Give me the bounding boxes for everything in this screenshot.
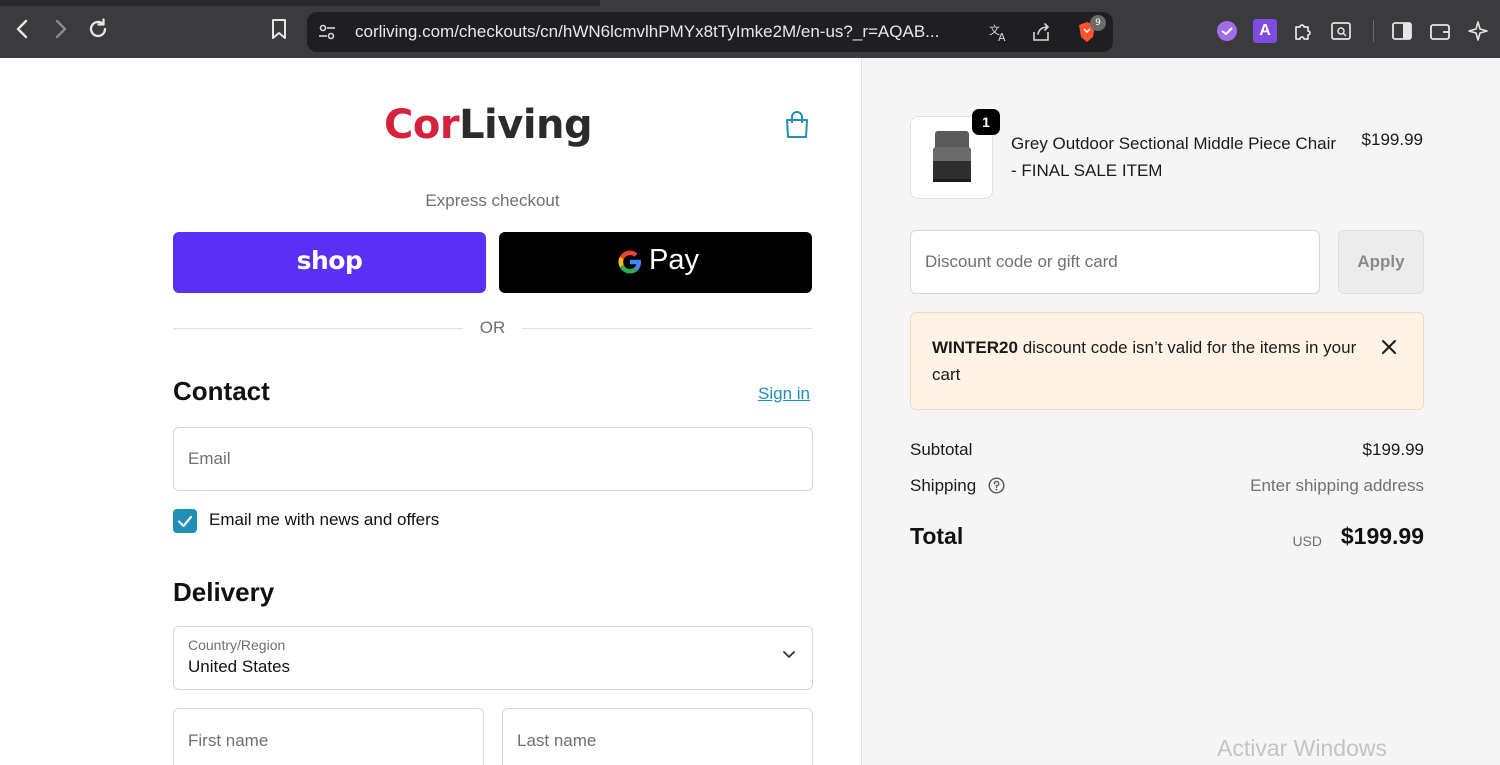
quantity-badge: 1 <box>972 109 1000 135</box>
logo-part-living: Living <box>459 102 593 148</box>
google-pay-label: Pay <box>649 244 699 276</box>
or-divider-label: OR <box>479 318 506 337</box>
total-label: Total <box>910 523 964 549</box>
reader-icon[interactable] <box>1329 19 1353 43</box>
first-name-placeholder: First name <box>188 731 269 750</box>
order-summary-panel: 1 Grey Outdoor Sectional Middle Piece Ch… <box>862 58 1500 765</box>
extension-a-icon[interactable]: A <box>1253 19 1277 43</box>
total-value: $199.99 <box>1340 523 1424 549</box>
discount-placeholder: Discount code or gift card <box>925 252 1118 271</box>
express-checkout-label: Express checkout <box>425 191 560 210</box>
discount-code-input[interactable]: Discount code or gift card <box>910 230 1320 294</box>
bookmark-icon[interactable] <box>266 16 292 42</box>
help-icon[interactable] <box>988 477 1005 494</box>
delivery-heading: Delivery <box>173 577 275 607</box>
sidebar-icon[interactable] <box>1390 19 1414 43</box>
tab-strip <box>0 0 1500 6</box>
shipping-label: Shipping <box>910 476 977 495</box>
or-divider-left <box>173 328 463 329</box>
subtotal-value: $199.99 <box>1362 440 1424 459</box>
discount-error-text: WINTER20 discount code isn’t valid for t… <box>932 334 1362 388</box>
apply-discount-button[interactable]: Apply <box>1338 230 1424 294</box>
toolbar-separator <box>1373 20 1374 42</box>
browser-toolbar: corliving.com/checkouts/cn/hWN6lcmvlhPMY… <box>0 0 1500 58</box>
translate-icon[interactable]: 文A <box>987 20 1011 44</box>
url-text[interactable]: corliving.com/checkouts/cn/hWN6lcmvlhPMY… <box>355 22 995 42</box>
newsletter-label[interactable]: Email me with news and offers <box>209 510 439 530</box>
logo-part-cor: Cor <box>384 102 460 148</box>
email-field[interactable]: Email <box>173 427 813 491</box>
checkmark-icon <box>177 515 193 528</box>
address-bar[interactable]: corliving.com/checkouts/cn/hWN6lcmvlhPMY… <box>307 12 1113 52</box>
sign-in-link[interactable]: Sign in <box>758 384 810 404</box>
leo-ai-icon[interactable] <box>1466 19 1490 43</box>
shopping-bag-icon[interactable] <box>784 110 810 140</box>
email-placeholder: Email <box>188 449 231 468</box>
shield-count-badge: 9 <box>1090 15 1106 31</box>
checkout-form-panel: CorLiving Express checkout shop Pay OR C… <box>0 58 861 765</box>
google-pay-button[interactable]: Pay <box>499 232 812 293</box>
or-divider-right <box>522 328 812 329</box>
discount-code: WINTER20 <box>932 338 1018 357</box>
google-g-icon <box>617 248 643 276</box>
extension-purple-icon[interactable] <box>1215 19 1239 43</box>
country-value: United States <box>188 657 291 676</box>
shop-pay-button[interactable]: shop <box>173 232 486 293</box>
shipping-value: Enter shipping address <box>1250 476 1424 495</box>
product-price: $199.99 <box>1361 130 1423 149</box>
wallet-icon[interactable] <box>1428 19 1452 43</box>
extensions-puzzle-icon[interactable] <box>1291 19 1315 43</box>
contact-heading: Contact <box>173 376 270 406</box>
product-name: Grey Outdoor Sectional Middle Piece Chai… <box>1011 134 1337 180</box>
svg-text:A: A <box>998 31 1006 44</box>
reload-icon[interactable] <box>85 16 111 42</box>
share-icon[interactable] <box>1029 20 1053 44</box>
chevron-down-icon <box>783 651 795 658</box>
country-select[interactable]: Country/Region United States <box>173 626 813 690</box>
last-name-placeholder: Last name <box>517 731 597 750</box>
newsletter-checkbox[interactable] <box>173 509 197 533</box>
close-icon[interactable] <box>1379 337 1399 357</box>
windows-activation-watermark: Activar Windows <box>1217 735 1387 761</box>
country-label: Country/Region <box>188 637 286 653</box>
active-tab[interactable] <box>600 0 1500 6</box>
site-settings-icon[interactable] <box>315 20 339 44</box>
first-name-field[interactable]: First name <box>173 708 484 765</box>
subtotal-label: Subtotal <box>910 440 973 459</box>
corliving-logo[interactable]: CorLiving <box>384 102 593 148</box>
total-currency: USD <box>1292 533 1322 549</box>
forward-icon[interactable] <box>47 16 73 42</box>
last-name-field[interactable]: Last name <box>502 708 813 765</box>
back-icon[interactable] <box>10 16 36 42</box>
discount-error-alert: WINTER20 discount code isn’t valid for t… <box>910 312 1424 410</box>
